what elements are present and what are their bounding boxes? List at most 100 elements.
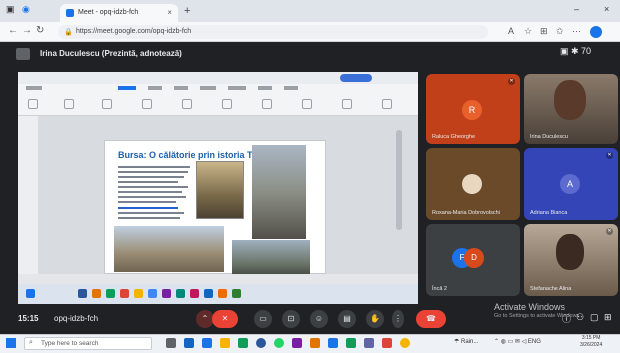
shared-app-icon bbox=[190, 289, 199, 298]
participant-tile-raluca[interactable]: R Raluca Gheorghe ✕ bbox=[426, 74, 520, 144]
paste-icon[interactable] bbox=[28, 99, 38, 109]
taskbar-app-icon[interactable] bbox=[346, 338, 356, 348]
avatar: R bbox=[462, 100, 482, 120]
shared-app-icon bbox=[120, 289, 129, 298]
browser-profile-avatar[interactable] bbox=[590, 26, 602, 38]
presenter-title: Irina Duculescu (Prezintă, adnotează) bbox=[40, 49, 182, 58]
doc-text-line bbox=[118, 191, 182, 193]
word-scrollbar[interactable] bbox=[396, 130, 402, 230]
taskbar-app-icon[interactable] bbox=[328, 338, 338, 348]
emoji-button[interactable]: ☺ bbox=[310, 310, 328, 328]
close-tab-icon[interactable]: × bbox=[167, 8, 172, 17]
url-text: https://meet.google.com/opq-idzb-fch bbox=[76, 28, 192, 35]
ribbon-tab-view[interactable] bbox=[284, 86, 298, 90]
participant-tile-stefanache[interactable]: Stefanache Alina ✕ bbox=[524, 224, 618, 296]
addins-icon[interactable] bbox=[342, 99, 352, 109]
reload-icon[interactable]: ↻ bbox=[36, 25, 44, 36]
paragraph-icon[interactable] bbox=[142, 99, 152, 109]
copilot-icon[interactable] bbox=[382, 99, 392, 109]
system-tray-icons[interactable]: ⌃ ◍ ▭ ✉ ◁ ENG bbox=[494, 338, 541, 345]
ribbon-tab-references[interactable] bbox=[228, 86, 246, 90]
clock-time: 3:15 PM bbox=[581, 335, 601, 341]
chat-icon[interactable]: ▢ bbox=[590, 312, 599, 323]
doc-link-line[interactable] bbox=[118, 207, 178, 209]
ribbon-tab-design[interactable] bbox=[174, 86, 188, 90]
find-icon[interactable] bbox=[222, 99, 232, 109]
styles-icon[interactable] bbox=[182, 99, 192, 109]
participant-name: Încă 2 bbox=[432, 286, 447, 292]
participant-tile-more[interactable]: F D Încă 2 bbox=[426, 224, 520, 296]
word-ribbon-tabs bbox=[18, 84, 418, 94]
taskbar-app-icon[interactable] bbox=[184, 338, 194, 348]
taskbar-app-icon[interactable] bbox=[202, 338, 212, 348]
shared-app-icon bbox=[162, 289, 171, 298]
settings-more-icon[interactable]: ⋯ bbox=[572, 26, 581, 37]
info-icon[interactable]: ⓘ bbox=[562, 312, 571, 325]
participant-tile-adriana[interactable]: A Adriana Bianca ✕ bbox=[524, 148, 618, 220]
captions-button[interactable]: ▤ bbox=[338, 310, 356, 328]
more-options-button[interactable]: ⋮ bbox=[392, 310, 404, 328]
camera-toggle-button[interactable]: ▭ bbox=[254, 310, 272, 328]
teams-icon[interactable] bbox=[364, 338, 374, 348]
minimize-icon[interactable]: – bbox=[574, 4, 579, 14]
url-field[interactable]: 🔒 https://meet.google.com/opq-idzb-fch bbox=[58, 25, 488, 39]
dictate-icon[interactable] bbox=[262, 99, 272, 109]
participant-name: Raluca Gheorghe bbox=[432, 134, 476, 140]
participant-tile-irina[interactable]: Irina Duculescu bbox=[524, 74, 618, 144]
taskbar-search-input[interactable]: ⌕ Type here to search bbox=[24, 337, 152, 350]
participant-name: Roxana-Maria Dobrovolschi bbox=[432, 210, 500, 216]
weather-widget[interactable]: ☂ Rain... bbox=[454, 338, 478, 345]
editor-icon[interactable] bbox=[302, 99, 312, 109]
doc-text-line bbox=[118, 196, 186, 198]
ribbon-tab-home[interactable] bbox=[118, 86, 136, 90]
chrome-icon[interactable] bbox=[400, 338, 410, 348]
tab-meet[interactable]: Meet - opq-idzb-fch × bbox=[60, 4, 178, 22]
tab-actions-icon[interactable]: ◉ bbox=[22, 4, 30, 15]
people-icon[interactable]: ⚇ bbox=[576, 312, 584, 323]
avatar bbox=[462, 174, 482, 194]
activate-windows-title: Activate Windows bbox=[494, 302, 566, 312]
end-call-button[interactable]: ☎ bbox=[416, 310, 446, 328]
taskbar-app-icon[interactable] bbox=[382, 338, 392, 348]
shared-app-icon bbox=[232, 289, 241, 298]
participant-tile-roxana[interactable]: Roxana-Maria Dobrovolschi bbox=[426, 148, 520, 220]
ribbon-tab-review[interactable] bbox=[258, 86, 272, 90]
ribbon-tab-layout[interactable] bbox=[200, 86, 216, 90]
task-view-icon[interactable] bbox=[166, 338, 176, 348]
shared-app-icon bbox=[78, 289, 87, 298]
taskbar-clock[interactable]: 3:15 PM 3/26/2024 bbox=[580, 335, 602, 349]
mosque-photo bbox=[196, 161, 244, 219]
taskbar-app-icon[interactable] bbox=[292, 338, 302, 348]
activities-icon[interactable]: ⊞ bbox=[604, 312, 612, 323]
profile-menu-icon[interactable]: ▣ bbox=[6, 4, 15, 15]
whatsapp-icon[interactable] bbox=[274, 338, 284, 348]
bold-icon[interactable] bbox=[102, 99, 112, 109]
favorite-star-icon[interactable]: ☆ bbox=[524, 26, 532, 37]
word-search-pill[interactable] bbox=[340, 74, 372, 82]
doc-text-line bbox=[118, 166, 190, 168]
header-controls-icon[interactable]: ▣ ✱ 70 bbox=[560, 46, 591, 57]
back-icon[interactable]: ← bbox=[8, 25, 18, 36]
file-explorer-icon[interactable] bbox=[220, 338, 230, 348]
present-button[interactable]: ⊡ bbox=[282, 310, 300, 328]
ribbon-tab-file[interactable] bbox=[26, 86, 42, 90]
taskbar-app-icon[interactable] bbox=[238, 338, 248, 348]
raise-hand-button[interactable]: ✋ bbox=[366, 310, 384, 328]
extensions-icon[interactable]: ⊞ bbox=[540, 26, 548, 37]
new-tab-button[interactable]: + bbox=[184, 5, 190, 17]
favorites-icon[interactable]: ✩ bbox=[556, 26, 564, 37]
word-ribbon bbox=[18, 94, 418, 116]
windows-start-icon[interactable] bbox=[6, 338, 16, 348]
taskbar-app-icon[interactable] bbox=[310, 338, 320, 348]
ribbon-tab-insert[interactable] bbox=[148, 86, 162, 90]
doc-text-line bbox=[118, 171, 188, 173]
forward-icon[interactable]: → bbox=[22, 25, 32, 36]
close-window-icon[interactable]: × bbox=[604, 4, 609, 14]
search-icon: ⌕ bbox=[29, 339, 33, 346]
read-aloud-icon[interactable]: A bbox=[508, 26, 514, 36]
mic-toggle-button[interactable]: ✕ bbox=[212, 310, 238, 328]
avatar-d: D bbox=[464, 248, 484, 268]
shared-app-icon bbox=[92, 289, 101, 298]
font-icon[interactable] bbox=[64, 99, 74, 109]
chrome-icon[interactable] bbox=[256, 338, 266, 348]
